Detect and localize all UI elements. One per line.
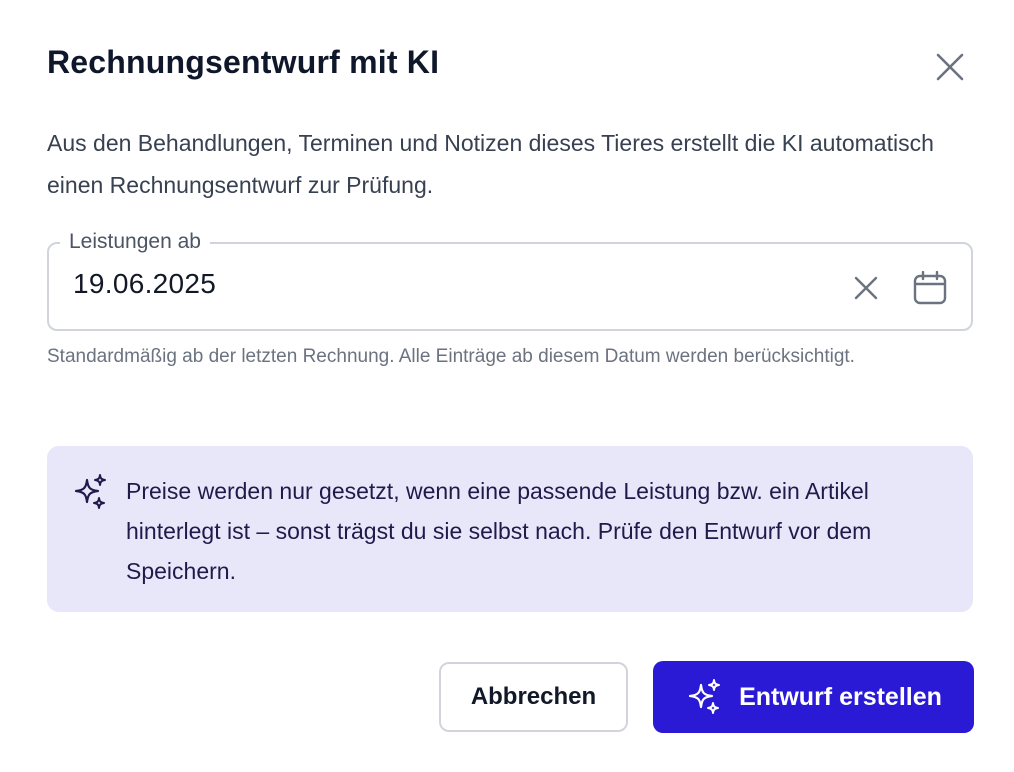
date-field-label: Leistungen ab — [60, 230, 210, 254]
date-field-value[interactable]: 19.06.2025 — [73, 268, 216, 300]
dialog-description: Aus den Behandlungen, Terminen und Notiz… — [47, 130, 934, 198]
dialog-title: Rechnungsentwurf mit KI — [47, 44, 440, 80]
create-draft-button-label: Entwurf erstellen — [739, 682, 942, 711]
sparkles-icon — [74, 474, 106, 509]
cancel-button[interactable]: Abbrechen — [439, 662, 628, 732]
close-icon — [936, 53, 964, 81]
create-draft-button[interactable]: Entwurf erstellen — [653, 661, 974, 733]
sparkles-icon — [685, 677, 725, 717]
date-field-helper-text: Standardmäßig ab der letzten Rechnung. A… — [47, 346, 855, 367]
close-button[interactable] — [928, 45, 972, 89]
clear-date-button[interactable] — [848, 270, 884, 306]
info-callout-text: Preise werden nur gesetzt, wenn eine pas… — [126, 478, 872, 584]
calendar-button[interactable] — [908, 266, 952, 310]
ai-invoice-dialog: Rechnungsentwurf mit KI Aus den Behandlu… — [0, 0, 1014, 772]
calendar-icon — [913, 271, 947, 305]
clear-icon — [854, 276, 878, 300]
